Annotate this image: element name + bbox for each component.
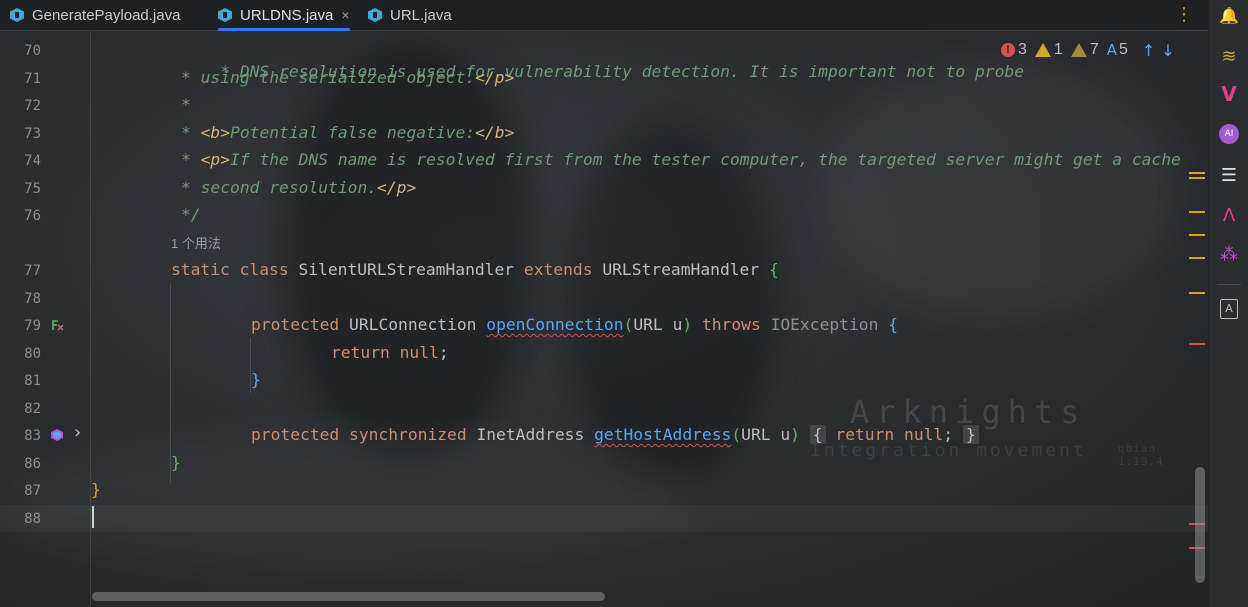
- dependencies-icon[interactable]: ⁂: [1217, 242, 1241, 266]
- typo-icon: A: [1106, 41, 1117, 59]
- vue-icon[interactable]: V: [1217, 82, 1241, 106]
- java-class-icon: [218, 8, 232, 22]
- code-line: * <b>Potential false negative:</b>: [181, 123, 515, 142]
- next-highlight-arrow-icon[interactable]: ↓: [1161, 41, 1174, 60]
- structure-icon[interactable]: ☰: [1217, 163, 1241, 187]
- warning-icon: [1034, 43, 1051, 57]
- inspection-widget[interactable]: ! 3 1 7 A 5 ↑ ↓: [1001, 40, 1175, 60]
- errors-indicator[interactable]: ! 3: [1001, 41, 1027, 59]
- java-class-icon: [10, 8, 24, 22]
- tab-label: GeneratePayload.java: [32, 6, 181, 24]
- typos-indicator[interactable]: A 5: [1107, 41, 1128, 59]
- error-icon: !: [1001, 43, 1015, 57]
- code-line: return null;: [331, 343, 449, 362]
- code-line: *: [181, 95, 191, 114]
- tab-options-menu-icon[interactable]: ⋮: [1175, 0, 1193, 30]
- code-line: protected synchronized InetAddress getHo…: [251, 424, 979, 446]
- horizontal-scrollbar-thumb[interactable]: [92, 592, 605, 601]
- previous-highlight-arrow-icon[interactable]: ↑: [1142, 41, 1155, 60]
- java-class-icon: [368, 8, 382, 22]
- code-line: * second resolution.</p>: [181, 178, 417, 197]
- right-tool-window-strip: 🔔 ≋ V AI ☰ Λ ⁂ A: [1208, 0, 1248, 607]
- tab-label: URLDNS.java: [240, 6, 334, 24]
- vertical-scrollbar-thumb[interactable]: [1195, 467, 1205, 583]
- code-line: protected URLConnection openConnection(U…: [251, 315, 899, 334]
- tab-urldns[interactable]: URLDNS.java ×: [218, 0, 350, 31]
- tab-url[interactable]: URL.java: [368, 0, 452, 30]
- translate-icon[interactable]: A: [1217, 297, 1241, 321]
- warnings-indicator[interactable]: 1: [1034, 41, 1063, 59]
- notifications-icon[interactable]: 🔔: [1217, 3, 1241, 27]
- code-line: * using the serialized object.</p>: [181, 68, 515, 87]
- code-line: */: [181, 205, 201, 224]
- tab-generate-payload[interactable]: GeneratePayload.java: [10, 0, 180, 30]
- ai-assistant-icon[interactable]: AI: [1217, 122, 1241, 146]
- editor-tab-bar: GeneratePayload.java URLDNS.java × URL.j…: [0, 0, 1208, 31]
- weak-warning-icon: [1070, 43, 1087, 57]
- close-icon[interactable]: ×: [341, 7, 349, 23]
- ant-build-icon[interactable]: Λ: [1217, 203, 1241, 227]
- code-line: }: [251, 370, 261, 389]
- code-line: static class SilentURLStreamHandler exte…: [171, 260, 779, 279]
- database-icon[interactable]: ≋: [1217, 44, 1241, 68]
- text-caret: [92, 506, 94, 528]
- code-line: }: [171, 453, 181, 472]
- weak-warnings-indicator[interactable]: 7: [1070, 41, 1099, 59]
- code-editor[interactable]: * DNS resolution is used for vulnerabili…: [0, 31, 1200, 591]
- code-line: }: [91, 480, 101, 499]
- tab-label: URL.java: [390, 6, 452, 24]
- folded-region[interactable]: {: [809, 425, 826, 444]
- usage-count-hint[interactable]: 1 个用法: [171, 233, 221, 255]
- folded-region[interactable]: }: [962, 425, 979, 444]
- tool-strip-divider: [1217, 284, 1241, 285]
- code-line: * <p>If the DNS name is resolved first f…: [181, 150, 1181, 169]
